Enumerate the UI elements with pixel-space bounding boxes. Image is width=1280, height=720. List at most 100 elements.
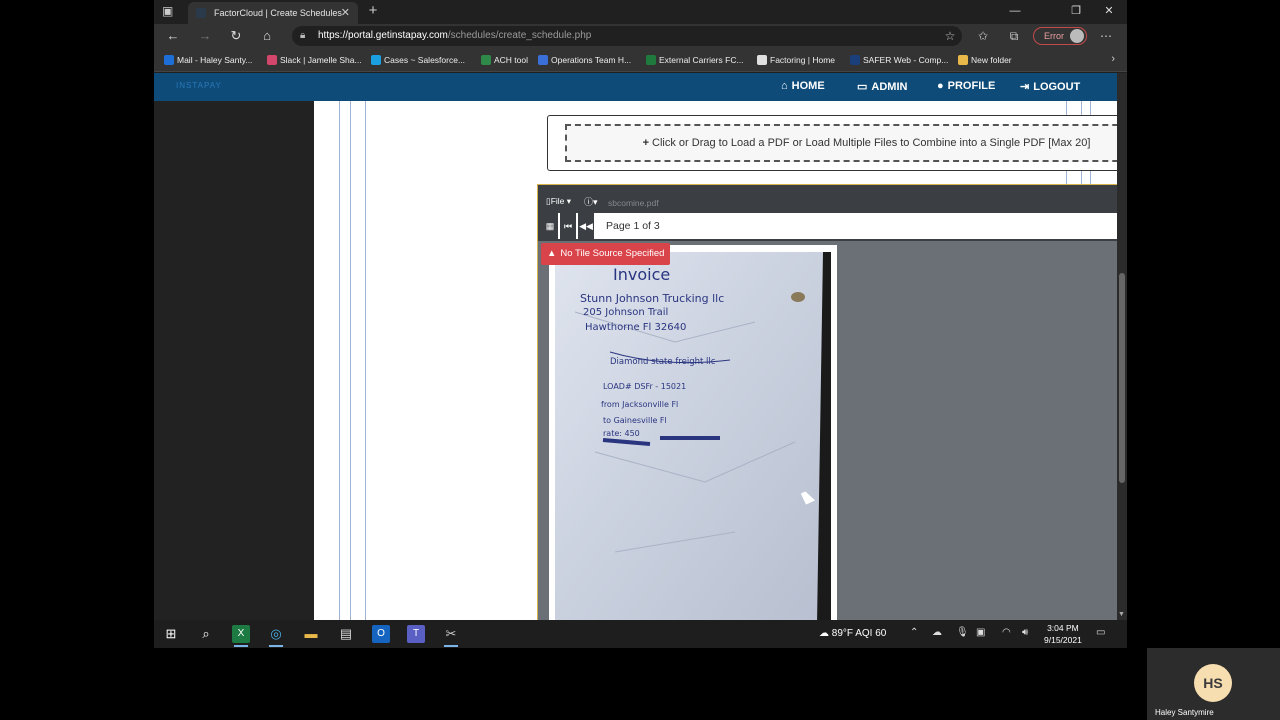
favorite-label: New folder	[971, 55, 1012, 65]
upload-panel: + Click or Drag to Load a PDF or Load Mul…	[547, 115, 1117, 171]
onedrive-icon[interactable]: ☁	[932, 627, 942, 638]
info-menu[interactable]: ⓘ▾	[584, 195, 598, 208]
restore-icon[interactable]: ❐	[1061, 2, 1091, 20]
favorite-item[interactable]: SAFER Web - Comp...	[850, 53, 948, 67]
main-content: + Click or Drag to Load a PDF or Load Mul…	[314, 101, 1117, 620]
weather-widget[interactable]: ☁ 89°F AQI 60	[819, 628, 886, 639]
handwriting-line: Stunn Johnson Trucking llc	[580, 292, 724, 305]
sidebar	[154, 101, 314, 620]
favorite-item[interactable]: Slack | Jamelle Sha...	[267, 53, 362, 67]
favorite-label: Slack | Jamelle Sha...	[280, 55, 362, 65]
store-icon[interactable]: ▤	[337, 625, 355, 643]
nav-profile[interactable]: ● PROFILE	[937, 80, 995, 92]
file-menu[interactable]: ▯File ▾	[546, 196, 571, 207]
favorite-item[interactable]: Factoring | Home	[757, 53, 835, 67]
first-page-icon[interactable]: ⏮	[560, 213, 576, 239]
nav-profile-label: PROFILE	[947, 80, 996, 92]
previous-page-icon[interactable]: ◀◀	[578, 213, 594, 239]
logout-icon: ⇥	[1020, 81, 1030, 93]
close-window-icon[interactable]: ✕	[1094, 2, 1124, 20]
favorite-favicon-icon	[538, 55, 548, 65]
snipping-tool-icon[interactable]: ✂	[442, 625, 460, 647]
add-favorite-icon[interactable]: ☆	[942, 28, 958, 44]
favorite-item[interactable]: Mail - Haley Santy...	[164, 53, 252, 67]
tab-active[interactable]: FactorCloud | Create Schedules ✕	[188, 2, 358, 24]
favorite-item[interactable]: Cases ~ Salesforce...	[371, 53, 465, 67]
favorite-label: Cases ~ Salesforce...	[384, 55, 466, 65]
file-explorer-icon[interactable]: ▬	[302, 625, 320, 643]
more-options-icon[interactable]: ⋯	[1098, 28, 1114, 44]
favorite-favicon-icon	[164, 55, 174, 65]
show-hidden-icons-icon[interactable]: ⌃	[910, 627, 918, 638]
file-name: sbcomine.pdf	[608, 198, 659, 208]
nav-home[interactable]: ⌂ HOME	[781, 80, 825, 92]
participant-avatar: HS	[1194, 664, 1232, 702]
browser-toolbar: ← → ↻ ⌂ 🔒︎ https://portal.getinstapay.co…	[154, 24, 1127, 48]
favorite-item[interactable]: ACH tool	[481, 53, 528, 67]
thumbnails-grid-icon[interactable]: ▦	[542, 213, 558, 239]
page-scrollbar[interactable]: ▼	[1117, 73, 1127, 620]
nav-admin[interactable]: ▭ ADMIN	[857, 80, 907, 93]
favorites-icon[interactable]: ✩	[975, 28, 991, 44]
taskbar-clock[interactable]: 3:04 PM 9/15/2021	[1044, 622, 1082, 646]
pdf-dropzone[interactable]: + Click or Drag to Load a PDF or Load Mul…	[565, 124, 1117, 162]
document-canvas[interactable]: Invoice Stunn Johnson Trucking llc 205 J…	[538, 241, 1117, 620]
minimize-icon[interactable]: —	[1000, 2, 1030, 20]
nav-logout[interactable]: ⇥ LOGOUT	[1020, 80, 1080, 93]
favorite-label: Factoring | Home	[770, 55, 836, 65]
home-icon[interactable]: ⌂	[258, 27, 276, 45]
scroll-down-icon[interactable]: ▼	[1118, 611, 1125, 618]
new-tab-button[interactable]: +	[364, 2, 382, 20]
network-icon[interactable]: ◠	[1002, 627, 1011, 638]
favorite-item[interactable]: External Carriers FC...	[646, 53, 744, 67]
divider	[350, 101, 351, 620]
web-page: INSTAPAY ⌂ HOME ▭ ADMIN ● PROFILE ⇥ LOGOUT +…	[154, 73, 1117, 620]
brand-logo[interactable]: INSTAPAY	[176, 81, 222, 90]
handwriting-line: Hawthorne Fl 32640	[585, 322, 686, 333]
lock-icon: 🔒︎	[300, 30, 306, 41]
volume-icon[interactable]: 🔊︎	[1022, 627, 1028, 638]
handwriting-line: rate: 450	[603, 429, 640, 438]
tab-close-icon[interactable]: ✕	[341, 2, 350, 24]
profile-error-button[interactable]: Error	[1033, 27, 1087, 45]
windows-start-icon[interactable]: ⊞	[162, 625, 180, 643]
page-scrollbar-thumb[interactable]	[1119, 273, 1125, 483]
page-select-value: Page 1 of 3	[606, 220, 660, 232]
back-icon[interactable]: ←	[164, 27, 182, 45]
collections-icon[interactable]: ⧉	[1006, 28, 1022, 44]
alert-text: No Tile Source Specified	[560, 248, 665, 259]
page-navigator: ▦ ⏮ ◀◀ Page 1 of 3 ⌄ ▶▶ ⏭	[542, 213, 1117, 239]
outlook-icon[interactable]: O	[372, 625, 390, 643]
participant-name: Haley Santymire	[1155, 708, 1214, 717]
notifications-icon[interactable]: ▭	[1096, 627, 1105, 638]
participant-tile: HS Haley Santymire	[1147, 648, 1280, 720]
refresh-icon[interactable]: ↻	[227, 27, 245, 45]
address-bar[interactable]: 🔒︎ https://portal.getinstapay.com/schedu…	[292, 26, 962, 46]
clock-date: 9/15/2021	[1044, 635, 1082, 645]
favorite-item[interactable]: Operations Team H...	[538, 53, 631, 67]
favorite-item[interactable]: New folder	[958, 53, 1012, 67]
page-select[interactable]: Page 1 of 3 ⌄	[598, 213, 1117, 239]
home-icon: ⌂	[781, 80, 788, 92]
site-favicon-icon	[196, 8, 206, 18]
viewer-header: ▯File ▾ ⓘ▾ sbcomine.pdf	[538, 185, 1117, 213]
excel-icon[interactable]: X	[232, 625, 250, 647]
favorite-label: Mail - Haley Santy...	[177, 55, 253, 65]
teams-icon[interactable]: T	[407, 625, 425, 643]
favorite-label: External Carriers FC...	[659, 55, 744, 65]
microphone-icon[interactable]: 🎙︎	[956, 627, 969, 638]
edge-icon[interactable]: ◎	[267, 625, 285, 647]
favorites-overflow-icon[interactable]: ›	[1111, 53, 1115, 65]
search-icon[interactable]: ⌕	[197, 625, 215, 643]
tab-actions-icon[interactable]: ▣	[162, 4, 176, 18]
handwriting-line: LOAD# DSFr - 15021	[603, 382, 686, 391]
favorite-favicon-icon	[646, 55, 656, 65]
url-host: https://portal.getinstapay.com	[318, 30, 448, 41]
error-label: Error	[1044, 31, 1064, 41]
forward-icon[interactable]: →	[196, 27, 214, 45]
plus-icon: +	[642, 137, 650, 149]
pdf-viewer: ▯File ▾ ⓘ▾ sbcomine.pdf ▦ ⏮ ◀◀ Page 1 of…	[537, 184, 1117, 620]
favorite-label: Operations Team H...	[551, 55, 632, 65]
camera-icon[interactable]: ▣	[976, 627, 985, 638]
window-icon: ▭	[857, 81, 868, 93]
